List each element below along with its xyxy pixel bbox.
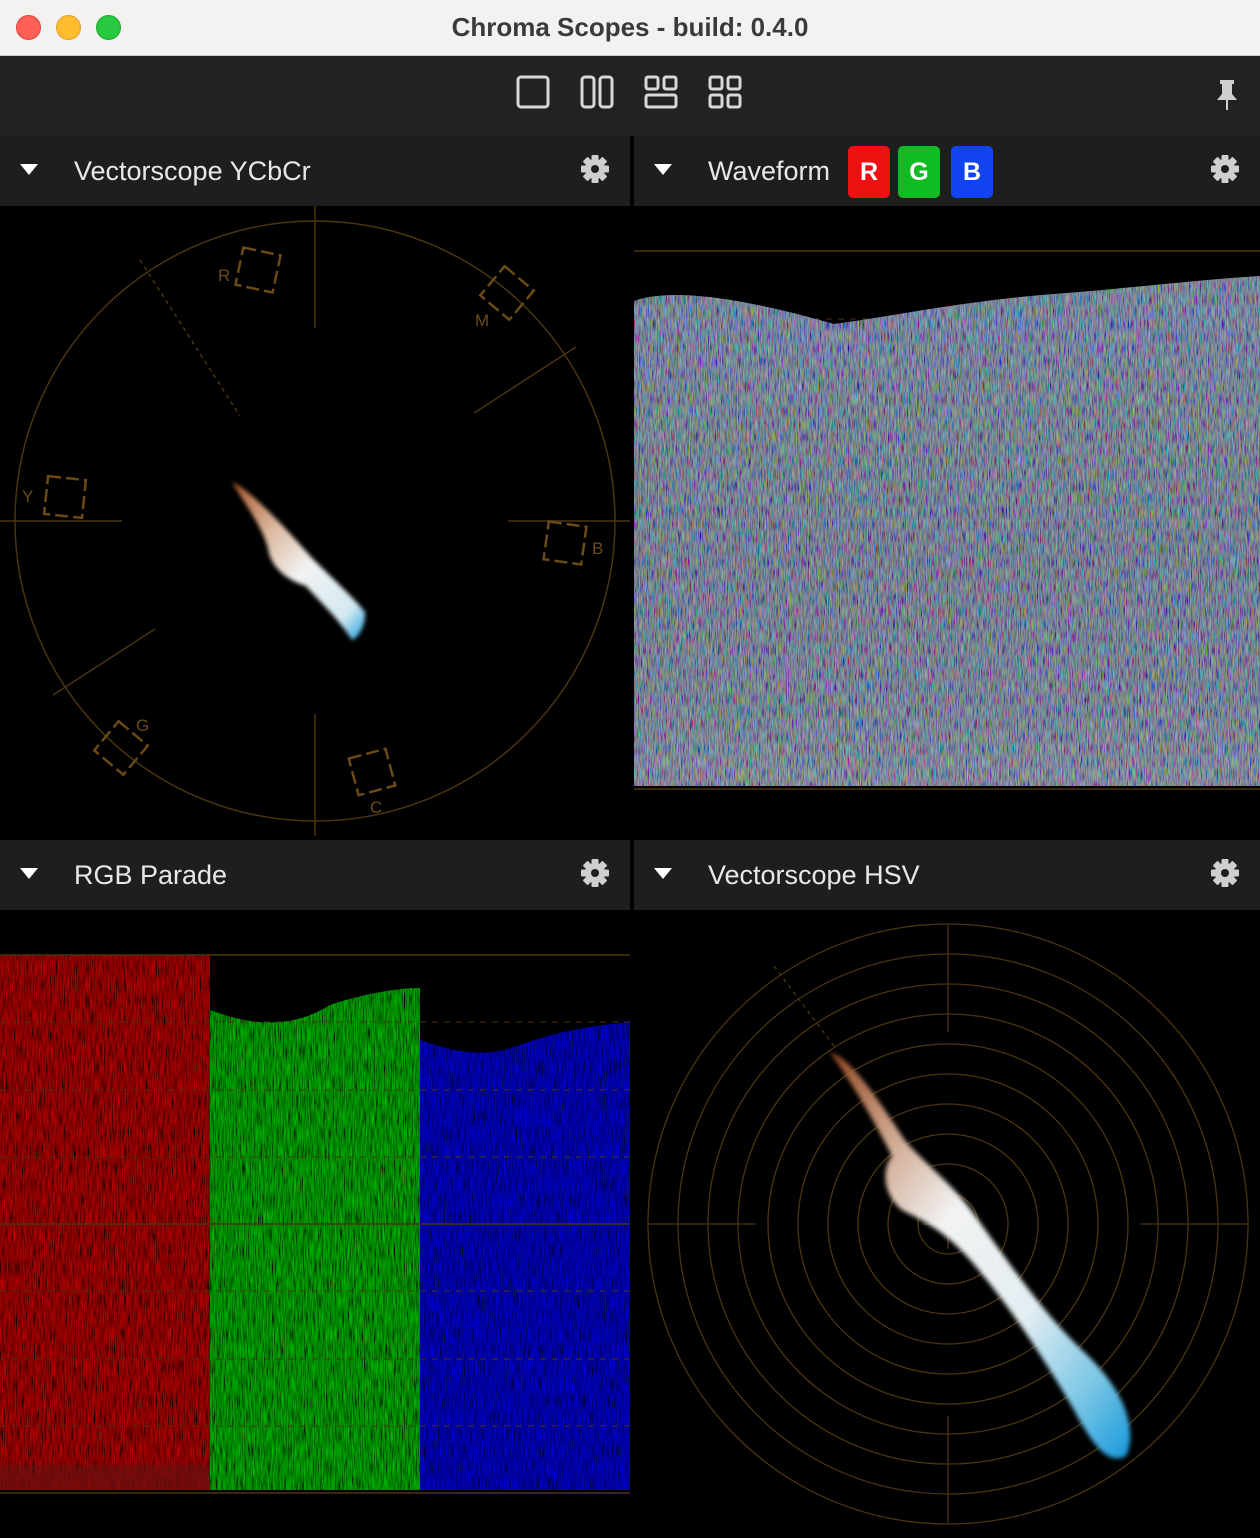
collapse-caret-icon[interactable]: [20, 164, 38, 175]
vectorscope-ycbcr-plot: R M B C G Y: [0, 206, 630, 836]
waveform-plot: [634, 250, 1260, 790]
rgb-parade-plot: [0, 954, 630, 1494]
channel-toggle-b[interactable]: B: [951, 146, 993, 198]
four-grid-icon[interactable]: [707, 74, 743, 110]
vectorscope-hsv-plot: [647, 923, 1249, 1525]
target-label-g: G: [136, 716, 149, 735]
panel-title: Vectorscope HSV: [708, 860, 920, 890]
toolbar: [0, 56, 1260, 136]
panel-header: Vectorscope HSV: [634, 840, 1260, 910]
target-label-y: Y: [22, 487, 33, 506]
target-label-b: B: [592, 539, 603, 558]
waveform-view: [634, 206, 1260, 838]
single-square-icon[interactable]: [515, 74, 551, 110]
panel-title: RGB Parade: [74, 860, 228, 890]
vectorscope-ycbcr-view: R M B C G Y: [0, 206, 630, 838]
panel-header: Vectorscope YCbCr: [0, 136, 630, 206]
gear-icon[interactable]: [1210, 858, 1240, 888]
three-panel-icon[interactable]: [643, 74, 679, 110]
panel-header: RGB Parade: [0, 840, 630, 910]
rgb-parade-view: [0, 910, 630, 1538]
panel-header: Waveform R G B: [634, 136, 1260, 206]
collapse-caret-icon[interactable]: [20, 868, 38, 879]
app-window: Chroma Scopes - build: 0.4.0 Vectorscope…: [0, 0, 1260, 1538]
target-label-m: M: [475, 311, 489, 330]
title-bar: Chroma Scopes - build: 0.4.0: [0, 0, 1260, 56]
window-title: Chroma Scopes - build: 0.4.0: [451, 12, 809, 42]
gear-icon[interactable]: [580, 858, 610, 888]
channel-toggle-r[interactable]: R: [848, 146, 890, 198]
collapse-caret-icon[interactable]: [654, 868, 672, 879]
panel-title: Waveform: [708, 156, 831, 186]
gear-icon[interactable]: [580, 154, 610, 184]
two-columns-icon[interactable]: [579, 74, 615, 110]
pin-icon[interactable]: [1214, 78, 1240, 112]
panel-vectorscope-hsv: Vectorscope HSV: [634, 840, 1260, 1538]
target-label-c: C: [370, 798, 382, 817]
collapse-caret-icon[interactable]: [654, 164, 672, 175]
channel-toggle-g[interactable]: G: [898, 146, 940, 198]
panel-vectorscope-ycbcr: Vectorscope YCbCr R M B C G Y: [0, 136, 630, 838]
vectorscope-hsv-view: [634, 910, 1260, 1538]
panel-title: Vectorscope YCbCr: [74, 156, 311, 186]
target-label-r: R: [218, 266, 230, 285]
panel-waveform: Waveform R G B: [634, 136, 1260, 838]
panel-rgb-parade: RGB Parade: [0, 840, 630, 1538]
gear-icon[interactable]: [1210, 154, 1240, 184]
